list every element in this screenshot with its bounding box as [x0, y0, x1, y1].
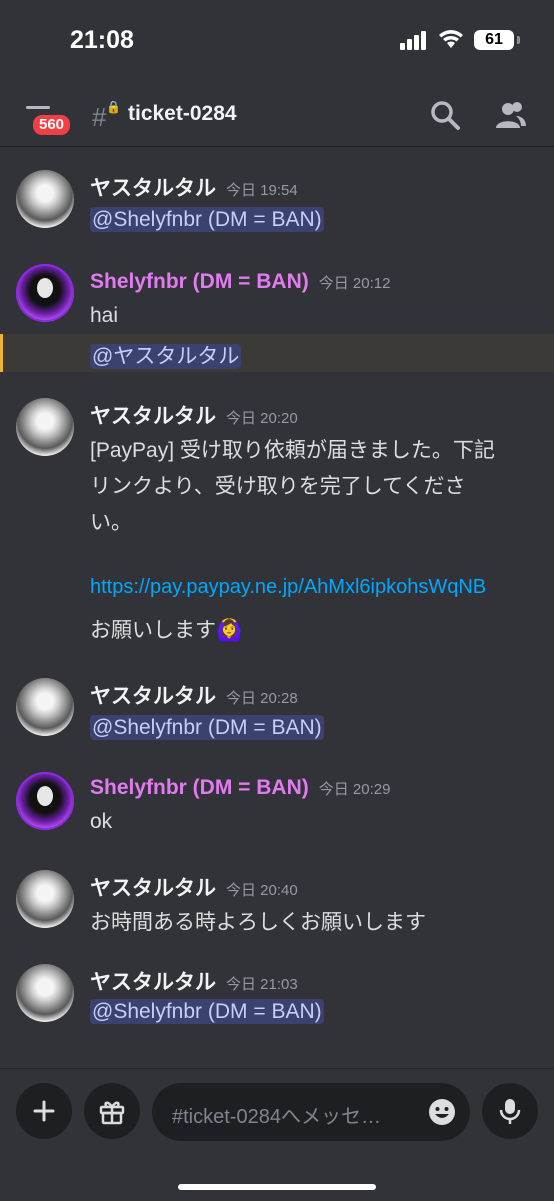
avatar[interactable] [16, 170, 74, 228]
timestamp: 今日 20:29 [318, 781, 391, 798]
message-author-line: Shelyfnbr (DM = BAN) 今日 20:12 [90, 270, 390, 294]
message-text: ok [90, 810, 113, 833]
message-link[interactable]: https://pay.paypay.ne.jp/AhMxl6ipkohsWqN… [90, 576, 486, 599]
signal-icon [400, 31, 426, 50]
wifi-icon [439, 30, 463, 48]
user-mention[interactable]: @ヤスタルタル [90, 344, 242, 369]
message-content: @Shelyfnbr (DM = BAN) [90, 207, 324, 232]
user-mention[interactable]: @Shelyfnbr (DM = BAN) [90, 207, 324, 232]
search-icon[interactable] [428, 98, 462, 132]
timestamp: 今日 21:03 [226, 976, 298, 993]
message-author-line: ヤスタルタル 今日 20:20 [90, 400, 298, 430]
user-mention[interactable]: @Shelyfnbr (DM = BAN) [90, 999, 324, 1024]
timestamp: 今日 20:40 [226, 882, 298, 899]
avatar[interactable] [16, 772, 74, 830]
battery-icon: 61 [474, 30, 520, 50]
mention-highlight [0, 334, 554, 372]
message-text-line: い。 [90, 511, 132, 534]
message-text: お時間ある時よろしくお願いします [90, 911, 426, 934]
message-content: @Shelyfnbr (DM = BAN) [90, 999, 324, 1024]
message-text-line: リンクより、受け取りを完了してくださ [90, 475, 466, 498]
microphone-icon [499, 1099, 521, 1124]
message-author-line: Shelyfnbr (DM = BAN) 今日 20:29 [90, 776, 390, 800]
timestamp: 今日 19:54 [226, 182, 298, 199]
author-name[interactable]: ヤスタルタル [90, 877, 216, 900]
avatar[interactable] [16, 398, 74, 456]
message-text: hai [90, 304, 119, 327]
message-content: @ヤスタルタル [90, 340, 242, 370]
message-content: @Shelyfnbr (DM = BAN) [90, 715, 324, 740]
avatar[interactable] [16, 264, 74, 322]
timestamp: 今日 20:20 [226, 410, 298, 427]
author-name[interactable]: ヤスタルタル [90, 405, 216, 428]
unread-badge: 560 [30, 112, 74, 138]
message-author-line: ヤスタルタル 今日 21:03 [90, 966, 298, 996]
message-text-line: [PayPay] 受け取り依頼が届きました。下記 [90, 439, 495, 462]
channel-name[interactable]: ticket-0284 [128, 102, 237, 126]
menu-button[interactable]: 560 [24, 100, 74, 138]
status-icons: 61 [400, 30, 520, 50]
author-name[interactable]: Shelyfnbr (DM = BAN) [90, 776, 309, 799]
gift-icon [99, 1101, 125, 1125]
message-input[interactable]: #ticket-0284へメッセ… [152, 1083, 470, 1141]
voice-message-button[interactable] [482, 1083, 538, 1139]
timestamp: 今日 20:28 [226, 690, 298, 707]
menu-icon [26, 106, 50, 109]
author-name[interactable]: ヤスタルタル [90, 971, 216, 994]
author-name[interactable]: ヤスタルタル [90, 685, 216, 708]
message-author-line: ヤスタルタル 今日 20:28 [90, 680, 298, 710]
plus-icon [33, 1100, 55, 1122]
message-list: ヤスタルタル 今日 19:54 @Shelyfnbr (DM = BAN) She… [0, 146, 554, 1066]
status-time: 21:08 [70, 26, 134, 54]
status-bar: 21:08 61 [0, 0, 554, 82]
emoji-icon[interactable] [428, 1098, 456, 1126]
author-name[interactable]: Shelyfnbr (DM = BAN) [90, 270, 309, 293]
author-name[interactable]: ヤスタルタル [90, 177, 216, 200]
timestamp: 今日 20:12 [318, 275, 391, 292]
message-text-line: お願いします🙆‍♀️ [90, 619, 243, 642]
avatar[interactable] [16, 964, 74, 1022]
channel-header: 560 # 🔒 ticket-0284 [0, 82, 554, 147]
message-composer: #ticket-0284へメッセ… [0, 1068, 554, 1201]
message-author-line: ヤスタルタル 今日 19:54 [90, 172, 298, 202]
lock-icon: 🔒 [106, 100, 121, 114]
message-author-line: ヤスタルタル 今日 20:40 [90, 872, 298, 902]
add-attachment-button[interactable] [16, 1083, 72, 1139]
members-icon[interactable] [494, 98, 528, 132]
gift-button[interactable] [84, 1083, 140, 1139]
user-mention[interactable]: @Shelyfnbr (DM = BAN) [90, 715, 324, 740]
avatar[interactable] [16, 870, 74, 928]
avatar[interactable] [16, 678, 74, 736]
message-input-placeholder: #ticket-0284へメッセ… [172, 1106, 381, 1128]
channel-hash-icon: # [92, 102, 107, 132]
battery-level: 61 [485, 31, 503, 48]
home-indicator [178, 1184, 376, 1190]
